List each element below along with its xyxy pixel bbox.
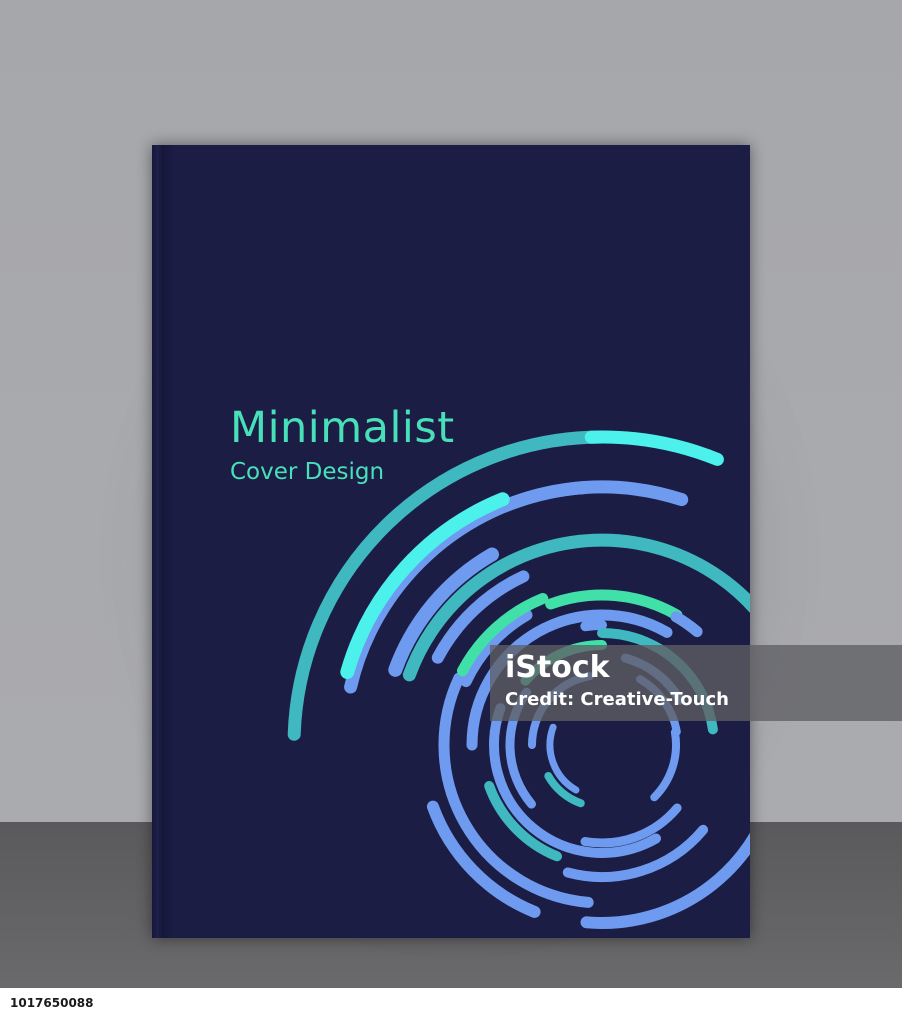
arc-stroke [426, 800, 541, 918]
cover-subtitle: Cover Design [230, 459, 385, 485]
watermark-logo: iStock [505, 650, 610, 685]
image-id: 1017650088 [10, 996, 94, 1010]
arc-stroke [498, 481, 591, 513]
footer-bar [0, 988, 902, 1024]
arc-stroke [650, 728, 680, 802]
watermark-credit: Credit: Creative-Touch [505, 689, 729, 710]
arc-stroke [670, 611, 703, 638]
arc-stroke [580, 803, 682, 848]
cover-title: Minimalist [230, 403, 455, 453]
concentric-arcs-graphic [287, 430, 750, 929]
book-cover: Minimalist Cover Design [152, 145, 750, 938]
arc-stroke [584, 430, 724, 466]
arc-stroke [580, 620, 607, 632]
